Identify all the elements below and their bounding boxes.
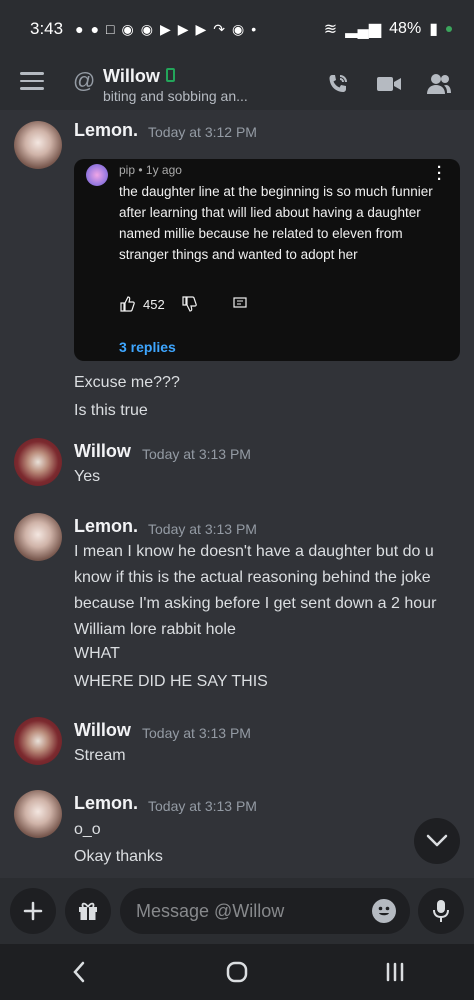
dm-recipient-name[interactable]: Willow	[103, 66, 160, 87]
youtube-icon: ▶	[195, 20, 207, 37]
message-group: Lemon. Today at 3:12 PM pip • 1y ago · · ·…	[0, 117, 474, 427]
message-text: Excuse me???	[74, 374, 180, 391]
like-count: 452	[143, 296, 165, 312]
message-author[interactable]: Lemon.	[74, 516, 138, 537]
message-timestamp: Today at 3:13 PM	[142, 725, 251, 741]
facebook-icon: ◉	[121, 20, 134, 37]
plus-icon	[23, 901, 43, 921]
message-timestamp: Today at 3:12 PM	[148, 124, 257, 140]
message-input[interactable]	[120, 888, 410, 934]
camera-icon: □	[106, 21, 115, 37]
snapchat-icon: ●	[90, 21, 100, 37]
android-nav-bar	[0, 944, 474, 1000]
message-text: I mean I know he doesn't have a daughter…	[74, 543, 437, 638]
avatar[interactable]	[14, 513, 62, 561]
smiley-icon	[378, 906, 390, 916]
avatar[interactable]	[14, 121, 62, 169]
home-icon	[226, 961, 248, 983]
status-bar: 3:43 ● ● □ ◉ ◉ ▶ ▶ ▶ ↷ ◉ • ≋ ▂▄▆ 48% ▮	[0, 0, 474, 58]
message-timestamp: Today at 3:13 PM	[148, 798, 257, 814]
avatar[interactable]	[14, 790, 62, 838]
commenter-name: pip	[119, 163, 136, 177]
privacy-indicator	[446, 26, 452, 32]
message-text: WHAT	[74, 645, 120, 662]
message-author[interactable]: Lemon.	[74, 793, 138, 814]
commenter-avatar	[86, 164, 108, 186]
microphone-icon	[433, 900, 449, 922]
message-list[interactable]: Lemon. Today at 3:12 PM pip • 1y ago · · ·…	[0, 110, 474, 880]
message-group: Willow Today at 3:13 PM Stream	[0, 717, 474, 777]
pinterest-icon: ◉	[232, 20, 245, 37]
reply-comment-icon	[233, 297, 247, 308]
gift-icon	[79, 902, 97, 920]
dm-header: @ Willow biting and sobbing an...	[0, 58, 474, 110]
message-timestamp: Today at 3:13 PM	[142, 446, 251, 462]
message-text: Okay thanks	[74, 848, 163, 865]
message-group: Lemon. Today at 3:13 PM o_o Okay thanks	[0, 790, 474, 876]
arrow-icon: ↷	[213, 20, 226, 37]
message-timestamp: Today at 3:13 PM	[148, 521, 257, 537]
message-text: o_o	[74, 821, 101, 838]
members-button[interactable]	[425, 70, 453, 98]
message-author[interactable]: Willow	[74, 441, 131, 462]
custom-status: biting and sobbing an...	[103, 88, 248, 104]
replies-link: 3 replies	[119, 339, 176, 355]
comment-age: 1y ago	[145, 163, 182, 177]
voice-message-button[interactable]	[418, 888, 464, 934]
at-icon: @	[73, 68, 96, 93]
pinterest-icon: ◉	[140, 20, 153, 37]
message-author[interactable]: Lemon.	[74, 120, 138, 141]
back-button[interactable]	[49, 952, 109, 992]
notification-icons: ● ● □ ◉ ◉ ▶ ▶ ▶ ↷ ◉ •	[75, 21, 256, 38]
thumbs-up-icon	[120, 296, 135, 312]
more-dot-icon: •	[251, 21, 257, 37]
comment-body: the daughter line at the beginning is so…	[119, 184, 433, 262]
message-text: Is this true	[74, 402, 148, 419]
status-time: 3:43	[30, 19, 64, 38]
avatar[interactable]	[14, 717, 62, 765]
back-chevron-icon	[73, 961, 85, 983]
battery-level: 48%	[389, 20, 422, 37]
message-text: Stream	[74, 747, 126, 764]
message-author[interactable]: Willow	[74, 720, 131, 741]
gift-button[interactable]	[65, 888, 111, 934]
menu-icon[interactable]	[20, 72, 44, 92]
recents-icon	[386, 962, 404, 982]
jump-to-bottom-button[interactable]	[414, 818, 460, 864]
embedded-screenshot[interactable]: pip • 1y ago · · · the daughter line at th…	[74, 159, 460, 361]
voice-call-button[interactable]	[324, 70, 352, 98]
chevron-down-icon	[426, 834, 448, 847]
video-camera-icon	[377, 77, 401, 91]
comment-meta: pip • 1y ago	[119, 163, 182, 177]
avatar[interactable]	[14, 438, 62, 486]
message-text: WHERE DID HE SAY THIS	[74, 673, 268, 690]
youtube-icon: ▶	[159, 20, 171, 37]
thumbs-down-icon	[182, 296, 197, 312]
recents-button[interactable]	[365, 952, 425, 992]
emoji-button[interactable]	[372, 899, 396, 923]
snapchat-icon: ●	[75, 21, 84, 37]
battery-icon: ▮	[429, 21, 438, 38]
composer-bar	[0, 878, 474, 944]
phone-call-icon	[329, 75, 347, 92]
wifi-icon: ≋	[323, 21, 338, 38]
youtube-icon: ▶	[177, 20, 189, 37]
home-button[interactable]	[207, 952, 267, 992]
message-group: Willow Today at 3:13 PM Yes	[0, 438, 474, 498]
mobile-online-icon	[166, 68, 175, 82]
signal-icon: ▂▄▆	[345, 21, 382, 38]
people-icon	[427, 74, 451, 94]
comment-actions: 452	[119, 296, 247, 312]
video-call-button[interactable]	[375, 70, 403, 98]
message-group: Lemon. Today at 3:13 PM I mean I know he…	[0, 513, 474, 693]
attach-button[interactable]	[10, 888, 56, 934]
message-text: Yes	[74, 468, 101, 485]
